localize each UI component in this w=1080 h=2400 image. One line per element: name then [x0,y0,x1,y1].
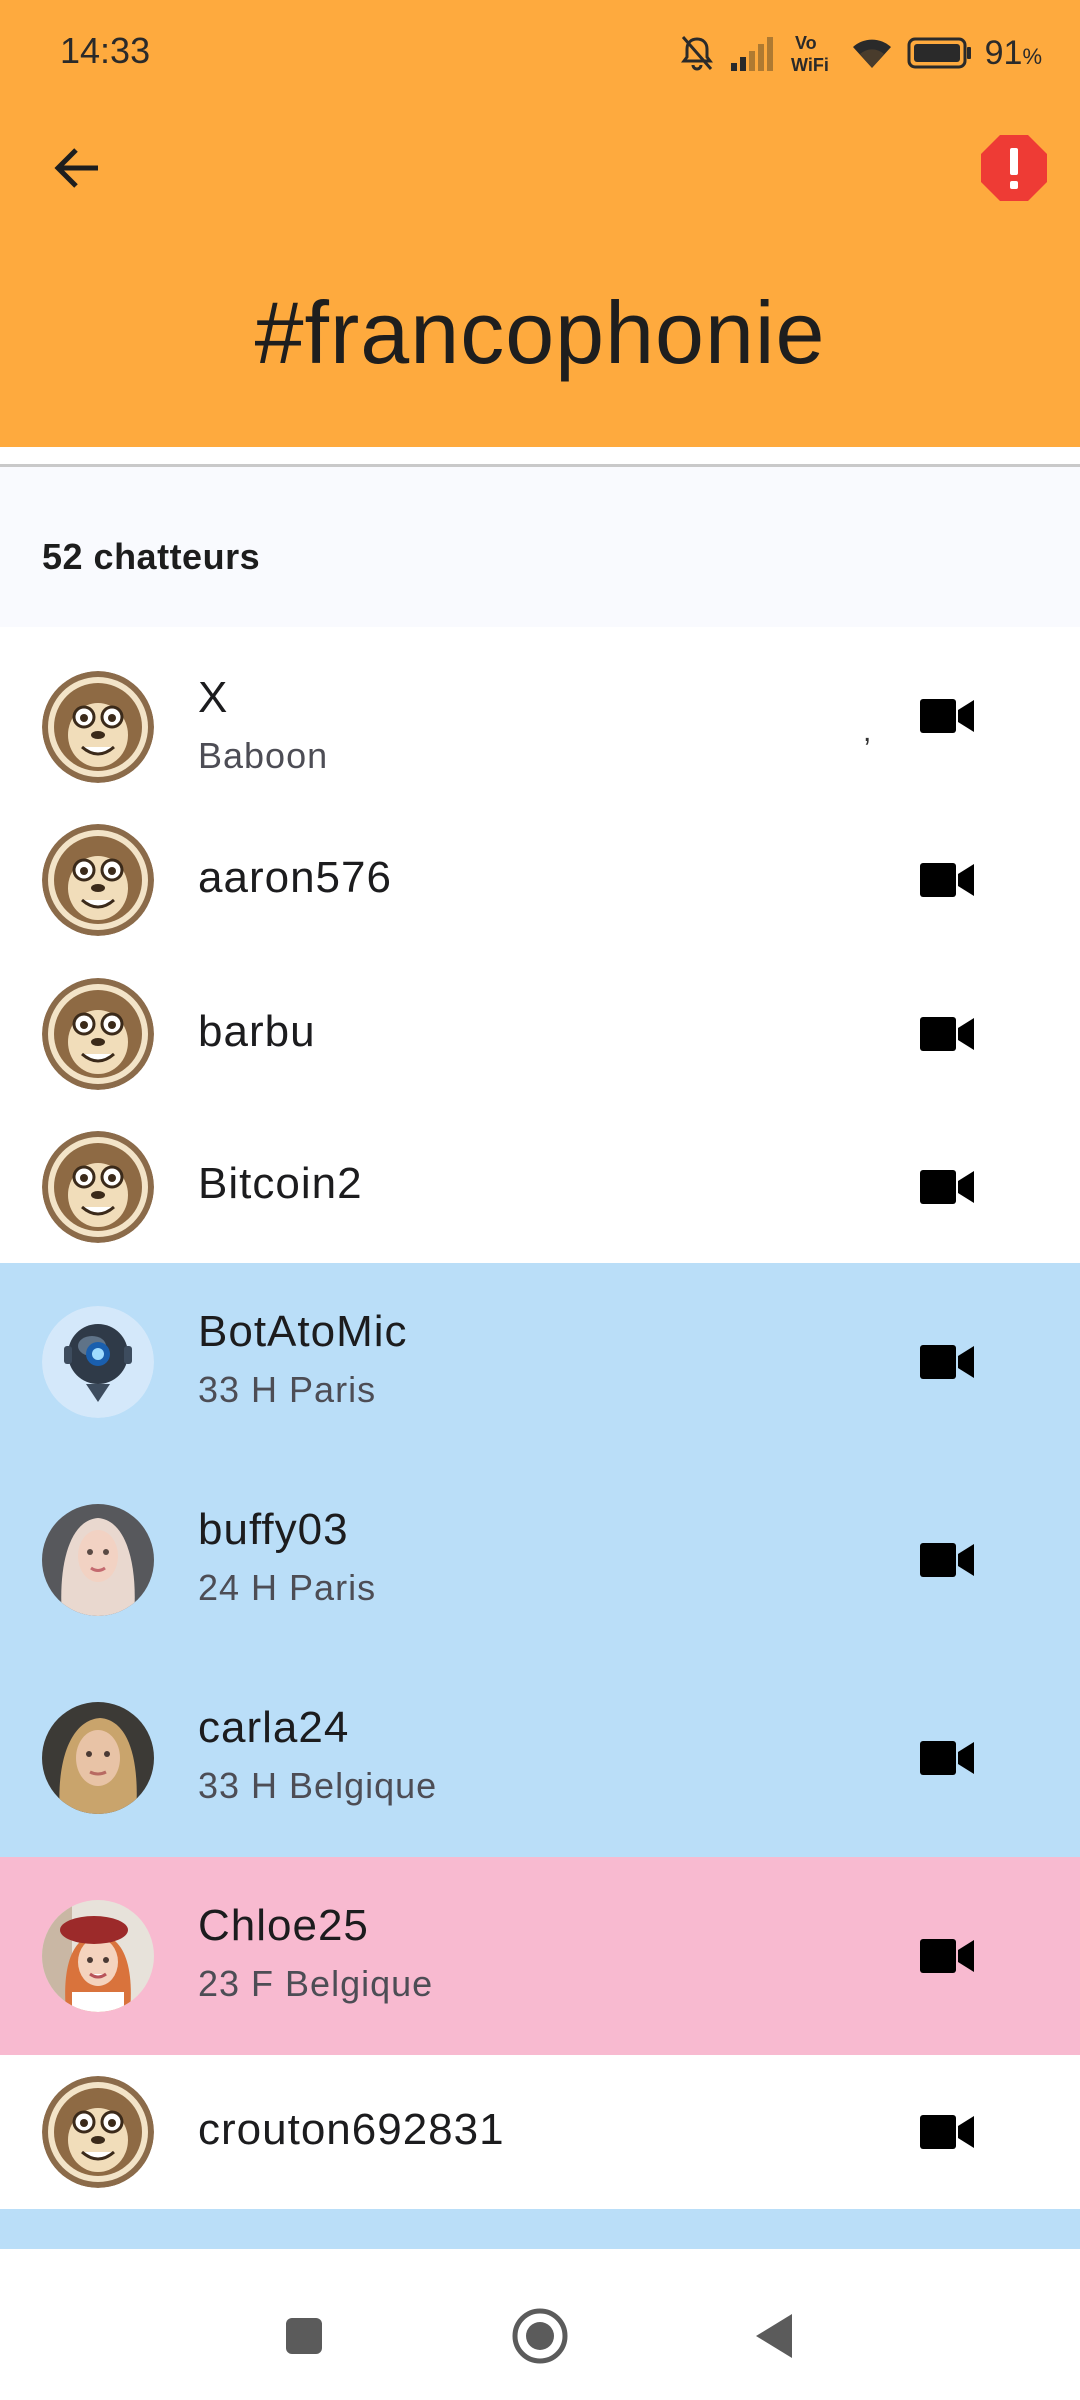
user-subtitle: 33 H Belgique [198,1765,438,1806]
arrow-left-icon [54,148,98,188]
list-item[interactable]: Chloe25 23 F Belgique [0,1857,1080,2055]
triangle-back-icon [756,2314,792,2358]
list-item[interactable]: aaron576 [0,803,1080,957]
user-subtitle: 23 F Belgique [198,1963,434,2004]
user-subtitle: 24 H Paris [198,1567,377,1608]
woman-photo [42,1702,154,1814]
user-subtitle: 33 H Paris [198,1369,377,1410]
system-nav-bar [0,2268,1080,2400]
video-camera-icon[interactable] [920,1739,976,1777]
video-camera-icon[interactable] [920,1541,976,1579]
video-camera-icon[interactable] [920,2113,976,2151]
user-list: X Baboon , aaron576 barbu Bitcoin2 BotAt… [0,627,1080,2249]
list-item[interactable]: X Baboon , [0,627,1080,803]
home-button[interactable] [502,2298,578,2374]
svg-text:WiFi: WiFi [791,55,829,75]
status-icons: Vo WiFi 91% [677,28,1042,78]
battery-icon [907,37,971,69]
user-name: Chloe25 [198,1901,369,1950]
baboon-icon [42,978,154,1090]
recents-button[interactable] [266,2298,342,2374]
svg-text:Vo: Vo [795,33,817,53]
video-camera-icon[interactable] [920,1343,976,1381]
list-item[interactable]: buffy03 24 H Paris [0,1461,1080,1659]
channel-title: #francophonie [254,283,826,382]
user-name: BotAtoMic [198,1307,408,1356]
status-time: 14:33 [60,30,151,71]
app-header: 14:33 Vo WiFi 91% #francophonie [0,0,1080,447]
robot-photo [42,1306,154,1418]
video-camera-icon[interactable] [920,1937,976,1975]
user-name: buffy03 [198,1505,349,1554]
alert-octagon-icon [981,135,1047,201]
baboon-icon [42,2076,154,2188]
user-name: Bitcoin2 [198,1159,363,1208]
mute-bell-icon [680,36,713,71]
video-camera-icon[interactable] [920,1168,976,1206]
user-name: aaron576 [198,853,392,902]
square-icon [286,2318,322,2354]
video-camera-icon[interactable] [920,1015,976,1053]
battery-level: 91% [984,33,1042,72]
user-name: X [198,673,229,722]
list-item[interactable]: BotAtoMic 33 H Paris [0,1263,1080,1461]
blonde-woman-photo [42,1504,154,1616]
member-count: 52 chatteurs [42,536,261,577]
signal-icon [730,37,773,71]
user-extra: , [863,715,872,748]
list-item[interactable]: barbu [0,957,1080,1111]
list-item-partial [0,2209,1080,2249]
list-item[interactable]: Bitcoin2 [0,1111,1080,1263]
user-name: carla24 [198,1703,350,1752]
back-nav-button[interactable] [736,2298,812,2374]
redhead-beret-photo [42,1900,154,2012]
user-subtitle: Baboon [198,735,329,776]
vowifi-icon: Vo WiFi [791,33,829,75]
baboon-icon [42,1131,154,1243]
video-camera-icon[interactable] [920,697,976,735]
user-name: barbu [198,1007,316,1056]
baboon-icon [42,824,154,936]
user-name: crouton692831 [198,2105,505,2154]
circle-icon [512,2308,568,2364]
list-item[interactable]: crouton692831 [0,2055,1080,2209]
back-button[interactable] [40,130,116,206]
list-item[interactable]: carla24 33 H Belgique [0,1659,1080,1857]
baboon-icon [42,671,154,783]
report-button[interactable] [978,132,1050,204]
wifi-icon [852,39,891,68]
video-camera-icon[interactable] [920,861,976,899]
